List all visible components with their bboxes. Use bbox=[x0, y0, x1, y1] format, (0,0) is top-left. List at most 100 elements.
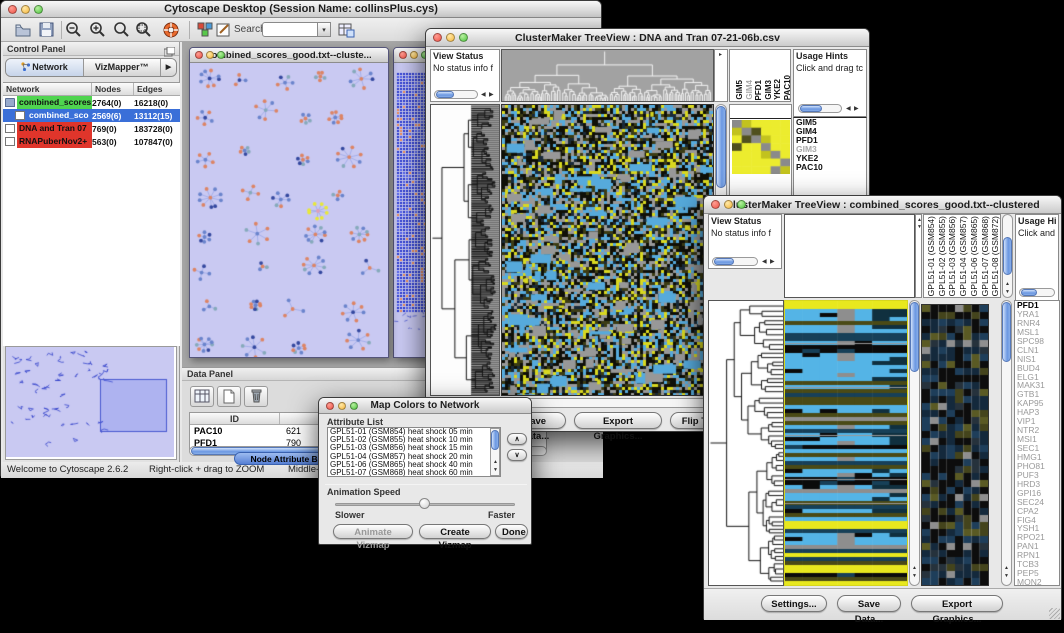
close-icon[interactable] bbox=[326, 402, 334, 410]
column-label: GIM3 bbox=[764, 80, 773, 100]
zoom-in-icon[interactable] bbox=[89, 21, 107, 39]
help-lifebuoy-icon[interactable] bbox=[162, 21, 180, 39]
close-icon[interactable] bbox=[711, 200, 720, 209]
scroll-up-icon[interactable]: ▲ bbox=[493, 459, 498, 465]
annotation-icon[interactable] bbox=[215, 21, 233, 39]
maximize-icon[interactable] bbox=[34, 5, 43, 14]
tv1-mini-matrix[interactable] bbox=[732, 120, 790, 174]
scroll-down-icon[interactable]: ▼ bbox=[1004, 573, 1009, 579]
cytoscape-titlebar[interactable]: Cytoscape Desktop (Session Name: collins… bbox=[1, 1, 601, 18]
close-icon[interactable] bbox=[399, 51, 407, 59]
tv2-column-dendrogram[interactable] bbox=[784, 214, 915, 298]
zoom-fit-icon[interactable] bbox=[113, 21, 131, 39]
slider-thumb[interactable] bbox=[419, 498, 430, 509]
scroll-down-icon[interactable]: ▼ bbox=[912, 573, 917, 579]
tv2-save-data-button[interactable]: Save Data... bbox=[837, 595, 901, 612]
minimize-icon[interactable] bbox=[21, 5, 30, 14]
maximize-icon[interactable] bbox=[217, 51, 225, 59]
zoom-selected-icon[interactable] bbox=[135, 21, 153, 39]
frame-controls bbox=[195, 51, 225, 59]
tv2-genelist-vscrollbar[interactable]: ▲ ▼ bbox=[1001, 300, 1012, 586]
scroll-up-icon[interactable]: ▲ bbox=[912, 565, 917, 571]
tv2-row-dendrogram[interactable] bbox=[708, 300, 784, 586]
tab-vizmapper[interactable]: VizMapper™ bbox=[84, 59, 162, 76]
tv2-status-hscrollbar[interactable] bbox=[712, 257, 758, 266]
attribute-list-vscrollbar[interactable]: ▲ ▼ bbox=[490, 428, 500, 476]
minimize-icon[interactable] bbox=[338, 402, 346, 410]
tv2-heatmap-vscrollbar[interactable]: ▲ ▼ bbox=[909, 300, 920, 586]
network-frame-titlebar[interactable]: combined_scores_good.txt--cluste... bbox=[190, 48, 388, 63]
network-row[interactable]: RNAPuberNov2+563(0)107847(0) bbox=[3, 135, 180, 148]
scroll-right-icon[interactable]: ▶ bbox=[489, 92, 494, 98]
minimize-icon[interactable] bbox=[446, 33, 455, 42]
create-vizmap-button[interactable]: Create Vizmap bbox=[419, 524, 491, 539]
tv2-zoom-heatmap[interactable] bbox=[921, 304, 989, 586]
row-id: PAC10 bbox=[190, 425, 280, 437]
delete-attribute-icon[interactable] bbox=[244, 386, 268, 407]
network-row[interactable]: DNA and Tran 07769(0)183728(0) bbox=[3, 122, 180, 135]
treeview1-titlebar[interactable]: ClusterMaker TreeView : DNA and Tran 07-… bbox=[426, 29, 869, 47]
animate-vizmap-button[interactable]: Animate Vizmap bbox=[333, 524, 413, 539]
network-edges: 107847(0) bbox=[134, 137, 180, 147]
scroll-right-icon[interactable]: ▶ bbox=[770, 259, 775, 265]
new-attribute-button[interactable] bbox=[217, 386, 241, 407]
move-up-button[interactable]: ∧ bbox=[507, 433, 527, 445]
tv2-collabel-vscrollbar[interactable]: ▲ ▼ bbox=[1002, 214, 1013, 298]
resize-grip[interactable] bbox=[1049, 608, 1060, 619]
vizmapper-icon[interactable] bbox=[196, 21, 214, 39]
close-icon[interactable] bbox=[195, 51, 203, 59]
search-input[interactable] bbox=[262, 22, 318, 37]
tab-overflow-icon[interactable]: ▶ bbox=[161, 59, 176, 76]
scroll-left-icon[interactable]: ◀ bbox=[762, 259, 767, 265]
scroll-left-icon[interactable]: ◀ bbox=[846, 106, 851, 112]
tv1-heatmap[interactable] bbox=[501, 104, 714, 396]
scroll-up-icon[interactable]: ▲ bbox=[1004, 565, 1009, 571]
treeview2-titlebar[interactable]: ClusterMaker TreeView : combined_scores_… bbox=[704, 196, 1061, 214]
tv1-column-dendrogram[interactable] bbox=[501, 49, 714, 102]
table-browser-icon[interactable] bbox=[337, 21, 355, 39]
open-file-icon[interactable] bbox=[14, 21, 32, 39]
tv2-heatmap[interactable] bbox=[784, 300, 908, 586]
tv2-hints-hscrollbar[interactable] bbox=[1019, 288, 1055, 297]
attribute-list-item[interactable]: GPL51-07 (GSM868) heat shock 60 min bbox=[328, 469, 500, 477]
column-label: PAC10 bbox=[783, 75, 792, 100]
scroll-down-icon[interactable]: ▼ bbox=[917, 224, 922, 230]
row-label: PAC10 bbox=[794, 163, 866, 172]
network-row[interactable]: combined_sco2569(6)13112(15) bbox=[3, 109, 180, 122]
dialog-titlebar[interactable]: Map Colors to Network bbox=[319, 398, 531, 414]
tv1-heatmap-hscrollbar[interactable] bbox=[501, 398, 714, 408]
scroll-left-icon[interactable]: ◀ bbox=[481, 92, 486, 98]
network-canvas[interactable] bbox=[190, 63, 388, 357]
move-down-button[interactable]: ∨ bbox=[507, 449, 527, 461]
zoom-out-icon[interactable] bbox=[65, 21, 83, 39]
network-row[interactable]: combined_scores2764(0)16218(0) bbox=[3, 96, 180, 109]
scroll-down-icon[interactable]: ▼ bbox=[1005, 289, 1010, 295]
tv2-export-graphics-button[interactable]: Export Graphics... bbox=[911, 595, 1003, 612]
maximize-icon[interactable] bbox=[459, 33, 468, 42]
tv2-settings-button[interactable]: Settings... bbox=[761, 595, 827, 612]
birdseye-canvas[interactable] bbox=[6, 347, 174, 457]
scroll-down-icon[interactable]: ▼ bbox=[493, 467, 498, 473]
minimize-icon[interactable] bbox=[410, 51, 418, 59]
search-dropdown-icon[interactable]: ▾ bbox=[318, 22, 331, 37]
minimize-icon[interactable] bbox=[724, 200, 733, 209]
scroll-right-icon[interactable]: ▶ bbox=[854, 106, 859, 112]
tab-network[interactable]: Network bbox=[6, 59, 84, 76]
expand-right-icon[interactable]: ▸ bbox=[719, 52, 722, 58]
scroll-up-icon[interactable]: ▲ bbox=[917, 217, 922, 223]
birdseye-view[interactable] bbox=[5, 346, 177, 460]
tv1-row-dendrogram[interactable] bbox=[430, 104, 500, 396]
attribute-list-items: GPL51-01 (GSM854) heat shock 05 minGPL51… bbox=[328, 428, 500, 477]
select-attributes-button[interactable] bbox=[190, 386, 214, 407]
minimize-icon[interactable] bbox=[206, 51, 214, 59]
close-icon[interactable] bbox=[433, 33, 442, 42]
save-icon[interactable] bbox=[38, 21, 56, 39]
tv1-hints-hscrollbar[interactable] bbox=[798, 104, 842, 113]
maximize-icon[interactable] bbox=[350, 402, 358, 410]
maximize-icon[interactable] bbox=[737, 200, 746, 209]
scroll-up-icon[interactable]: ▲ bbox=[1005, 281, 1010, 287]
close-icon[interactable] bbox=[8, 5, 17, 14]
done-button[interactable]: Done bbox=[495, 524, 528, 539]
tv1-status-hscrollbar[interactable] bbox=[434, 90, 478, 99]
tv1-export-graphics-button[interactable]: Export Graphics... bbox=[574, 412, 662, 429]
